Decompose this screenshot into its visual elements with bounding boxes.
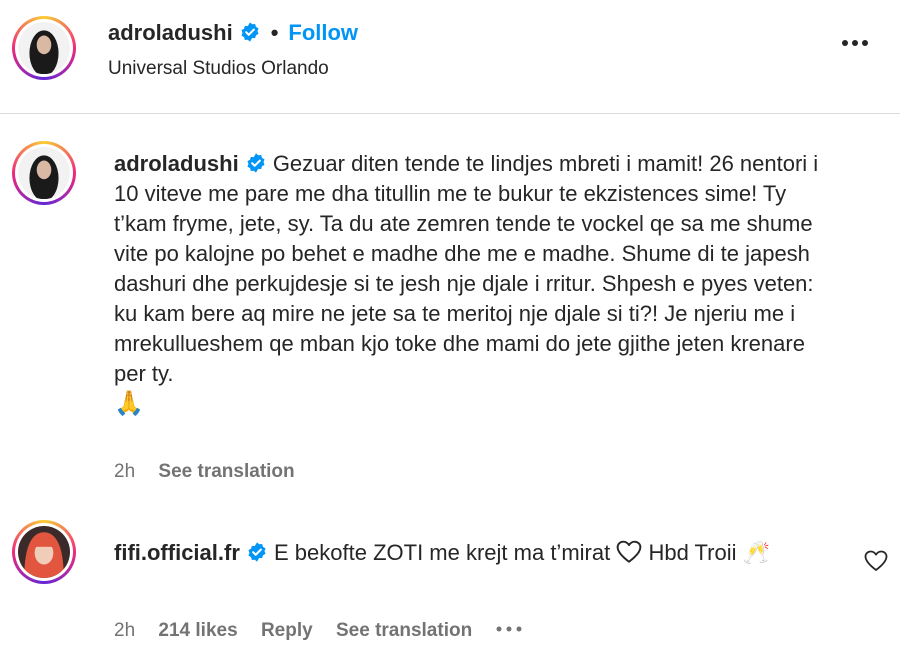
author-avatar[interactable] xyxy=(12,16,76,80)
like-heart-icon[interactable] xyxy=(864,550,888,572)
more-options-icon[interactable] xyxy=(840,38,870,48)
comment-time: 2h xyxy=(114,620,136,641)
commenter-username[interactable]: fifi.official.fr xyxy=(114,540,240,565)
caption-avatar-photo xyxy=(18,147,70,199)
follow-button[interactable]: Follow xyxy=(288,20,358,45)
verified-badge-icon xyxy=(241,22,259,42)
header-user-line: adroladushi • Follow xyxy=(108,20,358,46)
comment-text-before: E bekofte ZOTI me krejt ma t’mirat xyxy=(274,540,611,565)
comment-meta: 2h 214 likes Reply See translation xyxy=(114,620,523,642)
reply-button[interactable]: Reply xyxy=(261,620,313,641)
caption-username[interactable]: adroladushi xyxy=(114,151,239,176)
post-location[interactable]: Universal Studios Orlando xyxy=(108,58,329,80)
caption-avatar[interactable] xyxy=(12,141,76,205)
caption-text: Gezuar diten tende te lindjes mbreti i m… xyxy=(114,151,819,386)
commenter-avatar[interactable] xyxy=(12,520,76,584)
caption-see-translation[interactable]: See translation xyxy=(158,461,294,482)
comment-see-translation[interactable]: See translation xyxy=(336,620,472,641)
verified-badge-icon xyxy=(247,153,265,173)
praying-hands-emoji: 🙏 xyxy=(114,390,144,417)
comment-likes[interactable]: 214 likes xyxy=(158,620,237,641)
commenter-avatar-photo xyxy=(18,526,70,578)
verified-badge-icon xyxy=(248,542,266,562)
clinking-glasses-emoji: 🥂 xyxy=(742,540,771,565)
header-username[interactable]: adroladushi xyxy=(108,20,233,45)
comment-text-after: Hbd Troii xyxy=(648,540,737,565)
comment-body: fifi.official.fr E bekofte ZOTI me krejt… xyxy=(114,536,814,570)
ellipsis-icon[interactable] xyxy=(495,625,523,633)
heart-icon xyxy=(616,540,642,563)
caption-body: adroladushi Gezuar diten tende te lindje… xyxy=(114,149,819,419)
caption-meta: 2h See translation xyxy=(114,461,313,483)
header-divider xyxy=(0,113,900,114)
author-avatar-photo xyxy=(18,22,70,74)
post-header: adroladushi • Follow Universal Studios Or… xyxy=(0,0,900,110)
caption-time: 2h xyxy=(114,461,136,482)
separator-dot: • xyxy=(270,20,279,45)
